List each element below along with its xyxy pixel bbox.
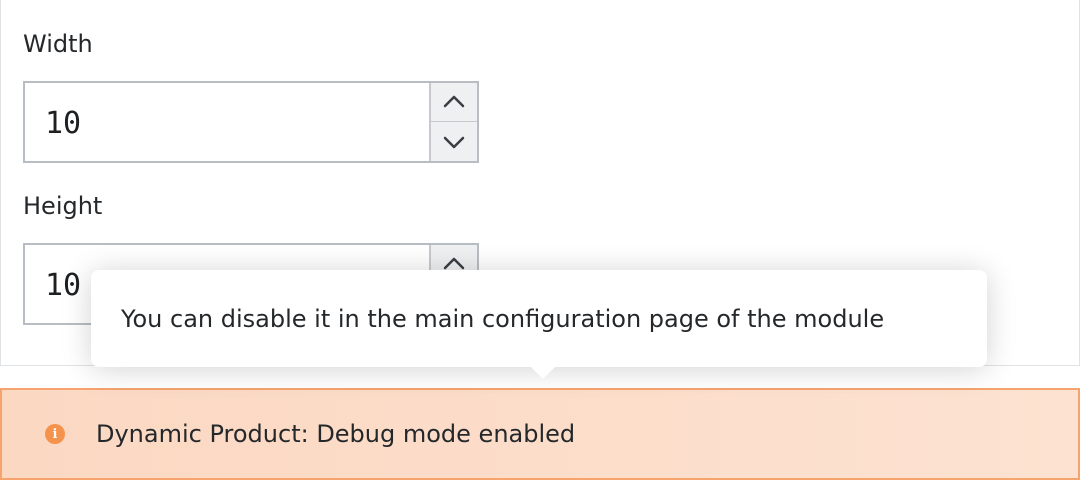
height-label: Height: [23, 192, 103, 220]
width-input-value[interactable]: 10: [45, 83, 81, 161]
tooltip-arrow: [531, 367, 555, 379]
chevron-down-icon: [443, 136, 465, 148]
width-decrement-button[interactable]: [431, 122, 477, 161]
chevron-up-icon: [443, 95, 465, 108]
height-input-value[interactable]: 10: [45, 245, 81, 323]
info-icon: i: [45, 424, 65, 444]
tooltip-text: You can disable it in the main configura…: [121, 304, 885, 333]
width-spinner: [429, 83, 477, 161]
tooltip: You can disable it in the main configura…: [91, 270, 987, 379]
screen: Width 10 Height 10 You can disable it in…: [0, 0, 1080, 480]
width-number-input[interactable]: 10: [23, 81, 479, 163]
alert-text: Dynamic Product: Debug mode enabled: [96, 420, 576, 448]
width-increment-button[interactable]: [431, 83, 477, 122]
debug-alert[interactable]: i Dynamic Product: Debug mode enabled: [0, 388, 1080, 480]
width-label: Width: [23, 30, 93, 58]
